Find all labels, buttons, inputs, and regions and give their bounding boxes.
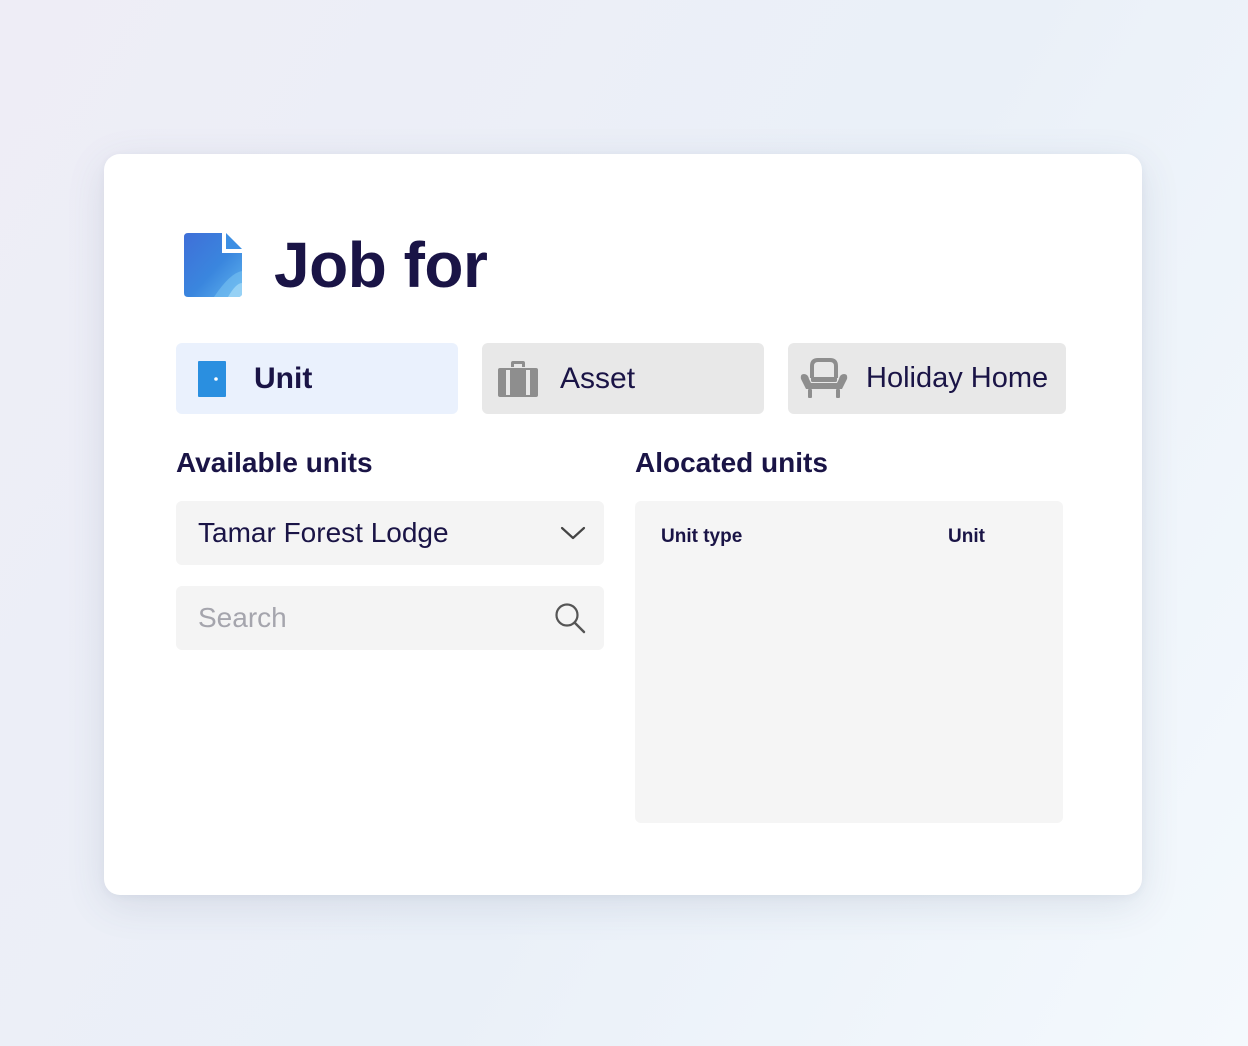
page-title: Job for [274,229,488,301]
luggage-icon [498,360,538,397]
search-input[interactable] [198,602,554,634]
door-icon [198,360,226,397]
page-header: Job for [184,229,488,301]
document-icon [184,233,242,297]
job-type-tabs: Unit Asset Holiday Home [176,343,1066,414]
allocated-units-title: Alocated units [635,447,828,478]
location-select-value: Tamar Forest Lodge [198,517,449,548]
allocated-units-table: Unit type Unit [635,501,1063,823]
column-header-unit-type: Unit type [661,526,743,547]
available-units-title: Available units [176,447,373,478]
job-card: Job for Unit Asset Holiday Home Availabl… [104,154,1142,895]
column-header-unit: Unit [948,526,985,547]
tab-unit[interactable]: Unit [176,343,458,414]
tab-unit-label: Unit [254,361,313,395]
chevron-down-icon [560,526,586,540]
tab-holiday-home[interactable]: Holiday Home [788,343,1066,414]
search-icon[interactable] [554,602,586,634]
tab-asset[interactable]: Asset [482,343,764,414]
search-box [176,586,604,650]
location-select[interactable]: Tamar Forest Lodge [176,501,604,565]
armchair-icon [800,357,848,398]
tab-asset-label: Asset [560,361,636,395]
tab-holiday-home-label: Holiday Home [866,362,1049,394]
